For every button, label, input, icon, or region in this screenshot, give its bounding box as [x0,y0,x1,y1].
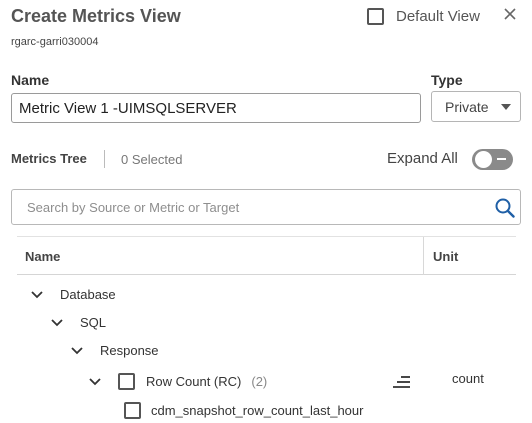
type-label: Type [431,72,463,88]
tree-row-database[interactable]: Database [30,287,116,302]
metrics-tree-title: Metrics Tree [11,151,87,166]
tree-row-label: Database [60,287,116,302]
search-input[interactable] [13,191,483,223]
expand-all-label: Expand All [387,150,458,167]
column-header-unit[interactable]: Unit [433,249,458,264]
default-view-option[interactable]: Default View [367,6,480,26]
chevron-down-icon[interactable] [88,377,102,387]
chevron-down-icon[interactable] [30,290,44,300]
divider [104,150,105,168]
toggle-off-indicator [497,158,506,160]
column-separator[interactable] [423,237,424,275]
unit-value: count [452,371,484,386]
dialog-subtitle: rgarc-garri030004 [11,36,99,48]
chevron-down-icon[interactable] [50,318,64,328]
caret-down-icon [501,104,511,110]
toggle-knob [475,151,492,168]
name-input[interactable] [11,93,421,123]
chevron-down-icon[interactable] [70,346,84,356]
tree-row-metric[interactable]: cdm_snapshot_row_count_last_hour [124,402,363,419]
dialog-title: Create Metrics View [11,6,181,26]
sort-lines-icon[interactable] [392,375,412,389]
row-checkbox[interactable] [124,402,141,419]
tree-row-sql[interactable]: SQL [50,315,106,330]
table-header: Name Unit [17,236,516,275]
search-box [11,189,521,225]
column-header-name[interactable]: Name [25,249,60,264]
tree-row-row-count[interactable]: Row Count (RC) (2) [88,373,267,390]
default-view-checkbox[interactable] [367,7,384,25]
tree-row-label: SQL [80,315,107,330]
tree-row-label: Row Count (RC) [146,374,242,389]
name-label: Name [11,72,50,88]
child-count-badge: (2) [251,374,268,389]
tree-row-label: Response [100,343,159,358]
selected-count: 0 Selected [121,152,183,167]
close-icon[interactable] [501,5,519,23]
type-select-value: Private [445,98,489,115]
default-view-label: Default View [396,7,480,25]
type-select[interactable]: Private [431,91,521,122]
tree-row-label: cdm_snapshot_row_count_last_hour [151,403,364,418]
expand-all-toggle[interactable] [472,149,513,170]
tree-row-response[interactable]: Response [70,343,159,358]
search-icon[interactable] [494,197,516,219]
row-checkbox[interactable] [118,373,135,390]
